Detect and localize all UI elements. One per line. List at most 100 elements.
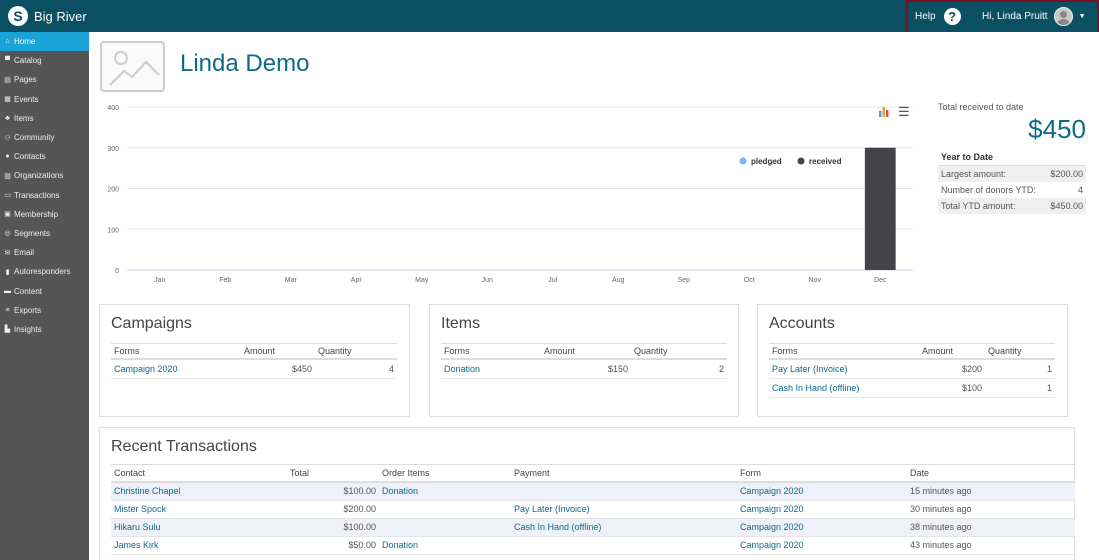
order-items-link[interactable]: Donation — [382, 540, 418, 550]
date-cell: 38 minutes ago — [910, 522, 972, 532]
x-tick-label: Dec — [874, 277, 887, 284]
contact-link[interactable]: James Kirk — [114, 540, 159, 550]
page-title: Linda Demo — [180, 50, 310, 77]
quantity-cell: 2 — [631, 359, 727, 379]
sidebar-item-label: Email — [14, 248, 35, 258]
total-received-value: $450 — [1028, 114, 1086, 144]
y-tick-label: 0 — [115, 268, 119, 275]
payment-link[interactable]: Cash In Hand (offline) — [514, 522, 601, 532]
ytd-row-label: Total YTD amount: — [938, 198, 1046, 214]
sidebar-item-label: Pages — [14, 75, 37, 85]
sidebar-item-pages[interactable]: ▤ Pages — [0, 70, 89, 89]
sidebar-item-organizations[interactable]: ▥ Organizations — [0, 166, 89, 185]
column-header: Quantity — [985, 343, 1055, 360]
user-icon: ● — [5, 153, 10, 161]
table-row: Cash In Hand (offline) $100 1 — [769, 378, 1055, 398]
form-link[interactable]: Campaign 2020 — [740, 504, 804, 514]
sidebar-item-transactions[interactable]: ▭ Transactions — [0, 186, 89, 205]
account-link[interactable]: Cash In Hand (offline) — [772, 383, 859, 393]
y-tick-label: 400 — [107, 105, 119, 112]
column-header: Amount — [919, 343, 985, 360]
total-received-label: Total received to date — [938, 102, 1024, 112]
table-row: Mister Spock $200.00 Pay Later (Invoice) Ca… — [111, 500, 1075, 519]
y-tick-label: 300 — [107, 146, 119, 153]
x-tick-label: May — [415, 277, 429, 284]
date-cell: 43 minutes ago — [910, 540, 972, 550]
ytd-row-value: 4 — [1077, 185, 1083, 195]
id-card-icon: ▣ — [4, 211, 11, 219]
sidebar-item-label: Community — [14, 133, 55, 143]
ytd-row-label: Largest amount: — [938, 165, 1046, 182]
sidebar-item-exports[interactable]: ≡ Exports — [0, 301, 89, 320]
sidebar-item-label: Transactions — [14, 190, 60, 200]
cart-icon: ▀ — [5, 57, 10, 65]
item-link[interactable]: Donation — [444, 364, 480, 374]
sidebar-item-label: Insights — [14, 324, 42, 334]
sidebar-item-items[interactable]: ♣ Items — [0, 109, 89, 128]
chart-menu-icon[interactable]: ☰ — [898, 104, 910, 120]
column-header: Payment — [511, 464, 737, 483]
items-table: Forms Amount Quantity Donation $150 2 — [441, 343, 727, 379]
sidebar-item-contacts[interactable]: ● Contacts — [0, 147, 89, 166]
form-link[interactable]: Campaign 2020 — [740, 522, 804, 532]
contact-link[interactable]: Christine Chapel — [114, 486, 181, 496]
amount-cell: $150 — [541, 359, 631, 379]
accounts-title: Accounts — [769, 315, 835, 332]
quantity-cell: 4 — [315, 359, 397, 379]
user-greeting: Hi, Linda Pruitt — [982, 10, 1048, 22]
envelope-icon: ✉ — [4, 249, 11, 257]
sidebar-item-community[interactable]: ⚇ Community — [0, 128, 89, 147]
brand-name: Big River — [34, 8, 87, 24]
sidebar-item-home[interactable]: ⌂ Home — [0, 32, 89, 52]
bar-received — [864, 147, 896, 270]
sidebar-item-autoresponders[interactable]: ▮ Autoresponders — [0, 262, 89, 281]
sidebar-item-catalog[interactable]: ▀ Catalog — [0, 51, 89, 70]
recent-transactions-title: Recent Transactions — [111, 438, 257, 455]
order-items-link[interactable]: Donation — [382, 486, 418, 496]
sidebar-item-membership[interactable]: ▣ Membership — [0, 205, 89, 224]
total-cell: $200.00 — [343, 504, 376, 514]
date-cell: 30 minutes ago — [910, 504, 972, 514]
sidebar-item-events[interactable]: ▦ Events — [0, 90, 89, 109]
x-tick-label: Oct — [744, 277, 755, 284]
sidebar-item-email[interactable]: ✉ Email — [0, 243, 89, 262]
sidebar-item-label: Catalog — [14, 56, 42, 66]
sidebar-item-content[interactable]: ▬ Content — [0, 281, 89, 300]
sidebar-item-label: Membership — [14, 209, 59, 219]
building-icon: ▥ — [4, 172, 11, 180]
y-tick-label: 200 — [107, 187, 119, 194]
column-header: Total — [287, 464, 379, 483]
brand-link[interactable]: S Big River — [8, 6, 87, 26]
column-header: Forms — [441, 343, 541, 360]
table-row: Pay Later (Invoice) $200 1 — [769, 359, 1055, 379]
x-tick-label: Jul — [548, 277, 557, 284]
form-link[interactable]: Campaign 2020 — [740, 486, 804, 496]
x-tick-label: Aug — [612, 277, 625, 284]
x-tick-label: Mar — [285, 277, 298, 284]
recent-transactions-card: Recent Transactions Contact Total Order … — [99, 427, 1075, 560]
date-cell: 15 minutes ago — [910, 486, 972, 497]
legend-label: received — [809, 157, 842, 166]
contact-link[interactable]: Mister Spock — [114, 504, 166, 514]
form-link[interactable]: Campaign 2020 — [740, 540, 804, 550]
chart-type-icon[interactable] — [879, 107, 889, 117]
user-menu-toggle[interactable]: Hi, Linda Pruitt ▼ — [982, 6, 1086, 26]
help-button[interactable]: Help ? — [915, 7, 961, 25]
items-card: Items Forms Amount Quantity Donation $15… — [429, 304, 739, 417]
image-placeholder-icon — [109, 51, 160, 86]
sidebar-item-insights[interactable]: ▙ Insights — [0, 320, 89, 339]
profile-image-placeholder[interactable] — [100, 41, 165, 92]
amount-cell: $450 — [241, 359, 315, 379]
items-icon: ♣ — [5, 114, 10, 122]
top-navbar: S Big River Help ? Hi, Linda Pruitt ▼ — [0, 0, 1099, 38]
money-icon: ▭ — [4, 192, 11, 200]
payment-link[interactable]: Pay Later (Invoice) — [514, 504, 590, 514]
ytd-panel: Total received to date $450 Year to Date… — [938, 102, 1086, 214]
contact-link[interactable]: Hikaru Sulu — [114, 522, 161, 532]
sidebar-item-segments[interactable]: ◎ Segments — [0, 224, 89, 243]
campaign-link[interactable]: Campaign 2020 — [114, 364, 178, 374]
amount-cell: $100 — [919, 378, 985, 398]
folder-icon: ▬ — [4, 287, 11, 295]
account-link[interactable]: Pay Later (Invoice) — [772, 364, 848, 374]
chart-tools: ☰ — [879, 104, 910, 120]
